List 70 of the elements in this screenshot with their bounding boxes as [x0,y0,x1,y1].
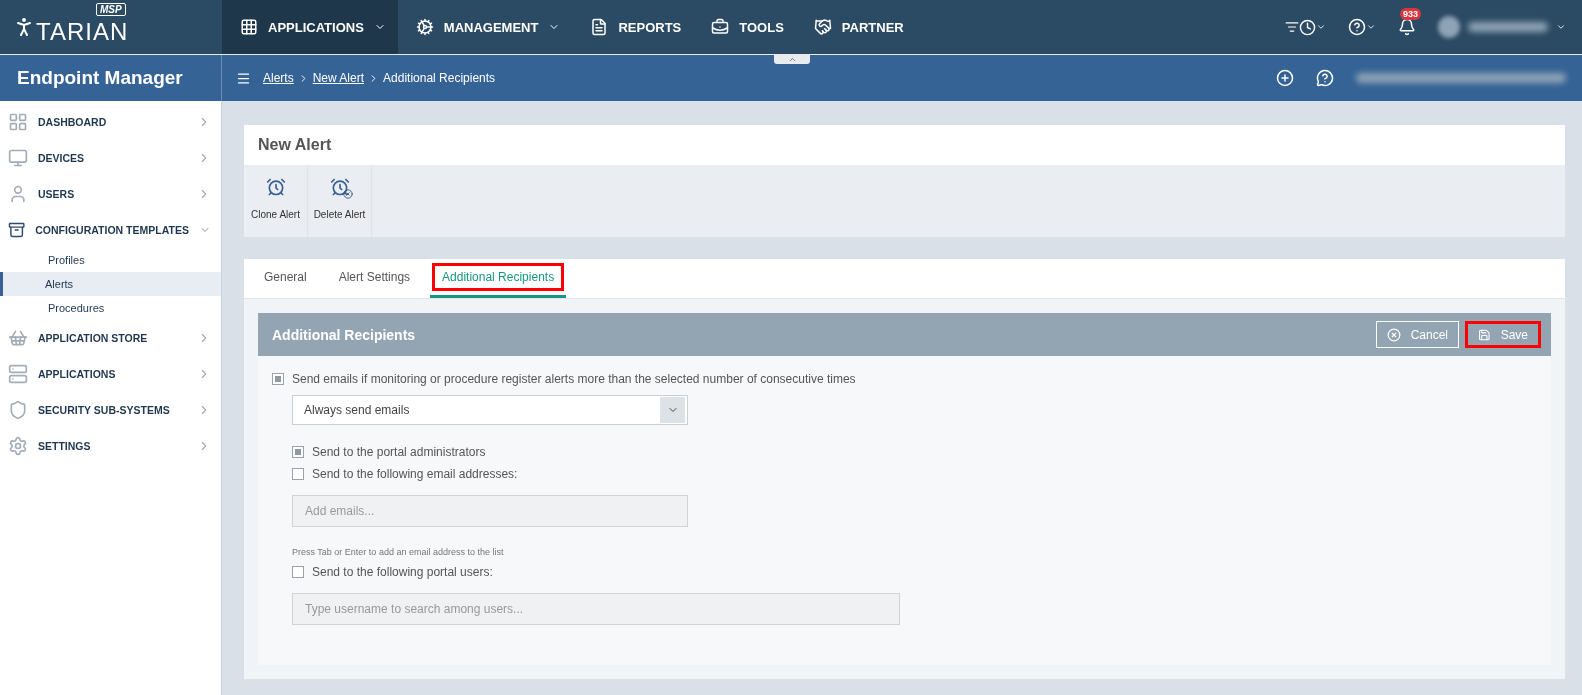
collapse-handle[interactable] [774,55,810,64]
sidebar-item[interactable]: CONFIGURATION TEMPLATES [0,212,221,248]
panel-title: Additional Recipients [272,326,417,343]
caret-icon [1366,22,1376,32]
bell-icon[interactable] [1398,18,1416,36]
sidebar-subitem[interactable]: Alerts [0,272,221,296]
shield-icon [8,400,28,420]
sidebar-subitem[interactable]: Procedures [3,296,221,320]
dropdown[interactable]: Always send emails [292,395,688,425]
checkbox[interactable] [292,446,304,458]
settings-icon [8,436,28,456]
sidebar-subitem[interactable]: Profiles [3,248,221,272]
gear-icon [415,18,434,36]
tab[interactable]: General [252,259,319,298]
menu-icon[interactable] [236,70,251,86]
caret-icon [1556,22,1566,32]
toolbar-button[interactable]: Clone Alert [244,164,308,238]
basket-icon [8,328,28,348]
alarm-clock-icon [265,176,286,197]
save-icon [1478,327,1491,342]
add-icon[interactable] [1276,69,1294,87]
sidebar-item[interactable]: USERS [0,176,221,212]
nav-menu-item[interactable]: PARTNER [795,0,916,54]
checkbox-label: Send to the following email addresses: [312,467,518,481]
help-chat-icon[interactable] [1316,69,1334,87]
notification-count: 933 [1400,8,1422,20]
nav-menu-item[interactable]: REPORTS [572,0,694,54]
checkbox-label: Send emails if monitoring or procedure register alerts more than the selected number of consecutive times [292,372,856,386]
breadcrumb-link[interactable]: New Alert [312,71,365,85]
logo-badge: MSP [96,3,126,16]
grid-icon [8,112,28,132]
sidebar-item[interactable]: DEVICES [0,140,221,176]
clock-icon[interactable] [1299,18,1316,36]
sidebar-item[interactable]: SECURITY SUB-SYSTEMS [0,392,221,428]
sidebar-item[interactable]: DASHBOARD [0,104,221,140]
nav-menu-item[interactable]: APPLICATIONS [222,0,398,54]
help-icon[interactable] [1348,18,1366,36]
nav-menu-item[interactable]: MANAGEMENT [397,0,573,54]
document-icon [590,18,609,36]
checkbox[interactable] [272,373,284,385]
checkbox-label: Send to the following portal users: [312,565,493,579]
checkbox[interactable] [292,566,304,578]
monitor-icon [8,148,28,168]
nav-menu-item[interactable]: TOOLS [693,0,796,54]
avatar[interactable] [1438,16,1460,38]
breadcrumb-current: Additional Recipients [383,71,496,85]
caret-icon [1316,22,1326,32]
toolbar-button[interactable]: Delete Alert [308,164,372,238]
sidebar-item[interactable]: SETTINGS [0,428,221,464]
page-title: New Alert [244,125,1565,165]
close-icon [1386,327,1401,342]
checkbox[interactable] [292,468,304,480]
handshake-icon [813,18,832,36]
list-icon[interactable] [1285,20,1299,34]
logo-text: TARIAN [36,20,129,44]
highlight-frame: Additional Recipients [432,263,565,292]
sidebar-item[interactable]: APPLICATION STORE [0,320,221,356]
hint-text: Press Tab or Enter to add an email address to the list [291,547,505,557]
briefcase-icon [711,18,730,36]
grid-icon [240,18,258,36]
input-field[interactable]: Add emails... [292,495,688,527]
input-field[interactable]: Type username to search among users... [292,593,900,625]
server-icon [8,364,28,384]
archive-icon [8,220,26,240]
alarm-clock-delete-icon [329,176,350,197]
tab[interactable]: Alert Settings [326,259,423,298]
checkbox-label: Send to the portal administrators [312,445,486,459]
sidebar-item[interactable]: APPLICATIONS [0,356,221,392]
breadcrumb-link[interactable]: Alerts [263,71,294,85]
user-icon [8,184,28,204]
